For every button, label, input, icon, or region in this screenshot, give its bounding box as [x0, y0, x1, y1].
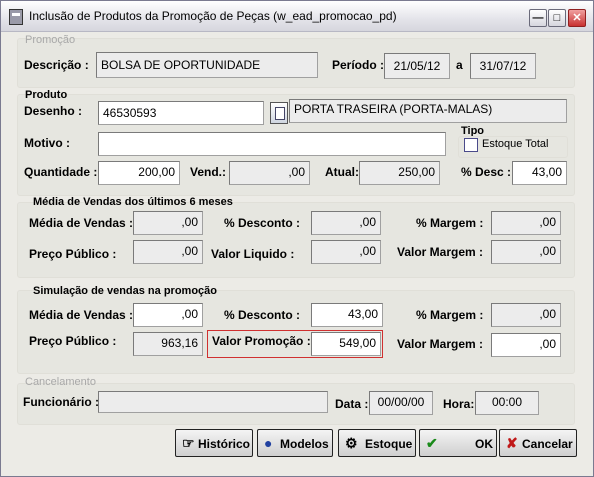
- promocao-group-title: Promoção: [25, 34, 76, 46]
- sim-pct-margem-field: ,00: [491, 303, 561, 327]
- car-icon: ●: [264, 435, 273, 451]
- periodo-end-field: 31/07/12: [470, 53, 536, 79]
- modelos-button[interactable]: ● Modelos: [257, 429, 333, 457]
- quantidade-label: Quantidade :: [24, 165, 98, 179]
- pct-desc-label: % Desc :: [461, 165, 512, 179]
- stock-icon: ⚙: [345, 435, 358, 451]
- estoque-total-label[interactable]: Estoque Total: [482, 138, 548, 150]
- simulacao-group-title: Simulação de vendas na promoção: [33, 285, 218, 297]
- motivo-label: Motivo :: [24, 136, 70, 150]
- data-field: 00/00/00: [369, 391, 433, 415]
- hora-field: 00:00: [475, 391, 539, 415]
- mv-media-field: ,00: [133, 211, 203, 235]
- mv-media-label: Média de Vendas :: [29, 216, 134, 230]
- data-label: Data :: [335, 397, 369, 411]
- hora-label: Hora:: [443, 397, 475, 411]
- mv-preco-publico-field: ,00: [133, 240, 203, 264]
- descricao-label: Descrição :: [24, 58, 89, 72]
- desenho-input[interactable]: 46530593: [98, 101, 264, 125]
- sim-media-label: Média de Vendas :: [29, 308, 134, 322]
- mv-valor-liquido-field: ,00: [311, 240, 381, 264]
- mv-valor-liquido-label: Valor Liquido :: [211, 247, 295, 261]
- vend-label: Vend.:: [190, 165, 227, 179]
- sim-pct-margem-label: % Margem :: [416, 308, 484, 322]
- mv-preco-publico-label: Preço Público :: [29, 247, 117, 261]
- ok-button[interactable]: ✔ OK: [419, 429, 497, 457]
- desenho-label: Desenho :: [24, 104, 83, 118]
- mv-pct-margem-label: % Margem :: [416, 216, 484, 230]
- atual-field: 250,00: [359, 161, 440, 185]
- sim-valor-margem-input[interactable]: ,00: [491, 333, 561, 357]
- cancel-x-icon: ✘: [506, 435, 518, 451]
- hand-pointer-icon: ☞: [182, 435, 195, 451]
- periodo-separator: a: [456, 58, 463, 72]
- dialog-window: Inclusão de Produtos da Promoção de Peça…: [0, 0, 594, 477]
- mv-pct-desconto-label: % Desconto :: [224, 216, 301, 230]
- estoque-total-checkbox[interactable]: [464, 138, 478, 152]
- sim-valor-promocao-label: Valor Promoção :: [212, 334, 311, 348]
- sim-preco-publico-field: 963,16: [133, 332, 203, 356]
- periodo-label: Período :: [332, 58, 385, 72]
- mv-pct-desconto-field: ,00: [311, 211, 381, 235]
- maximize-button[interactable]: □: [548, 9, 566, 27]
- atual-label: Atual:: [325, 165, 359, 179]
- produto-group-title: Produto: [25, 89, 68, 101]
- estoque-button[interactable]: ⚙ Estoque: [338, 429, 416, 457]
- motivo-input[interactable]: [98, 132, 446, 156]
- funcionario-label: Funcionário :: [23, 395, 99, 409]
- minimize-button[interactable]: —: [529, 9, 547, 27]
- desenho-lookup-button[interactable]: [270, 102, 288, 124]
- dialog-body: Promoção Descrição : BOLSA DE OPORTUNIDA…: [5, 32, 589, 472]
- quantidade-input[interactable]: 200,00: [98, 161, 180, 185]
- mv-valor-margem-label: Valor Margem :: [397, 245, 484, 259]
- title-bar[interactable]: Inclusão de Produtos da Promoção de Peça…: [1, 1, 593, 32]
- pct-desc-input[interactable]: 43,00: [512, 161, 567, 185]
- sim-pct-desconto-label: % Desconto :: [224, 308, 301, 322]
- cancelamento-group-title: Cancelamento: [25, 376, 96, 388]
- vend-field: ,00: [229, 161, 310, 185]
- checkmark-icon: ✔: [426, 435, 438, 451]
- close-button[interactable]: ✕: [568, 9, 586, 27]
- funcionario-field: [98, 391, 328, 413]
- sim-media-input[interactable]: ,00: [133, 303, 203, 327]
- sim-valor-promocao-input[interactable]: 549,00: [311, 332, 381, 356]
- sim-pct-desconto-input[interactable]: 43,00: [311, 303, 383, 327]
- periodo-start-field: 21/05/12: [384, 53, 450, 79]
- app-icon: [9, 9, 23, 25]
- window-title: Inclusão de Produtos da Promoção de Peça…: [29, 9, 397, 23]
- mv-valor-margem-field: ,00: [491, 240, 561, 264]
- sim-valor-margem-label: Valor Margem :: [397, 337, 484, 351]
- media-vendas-group-title: Média de Vendas dos últimos 6 meses: [33, 196, 233, 208]
- desenho-description-field: PORTA TRASEIRA (PORTA-MALAS): [289, 99, 567, 123]
- historico-button[interactable]: ☞ Histórico: [175, 429, 253, 457]
- sim-preco-publico-label: Preço Público :: [29, 334, 117, 348]
- mv-pct-margem-field: ,00: [491, 211, 561, 235]
- descricao-field: BOLSA DE OPORTUNIDADE: [96, 52, 318, 78]
- cancelar-button[interactable]: ✘ Cancelar: [499, 429, 577, 457]
